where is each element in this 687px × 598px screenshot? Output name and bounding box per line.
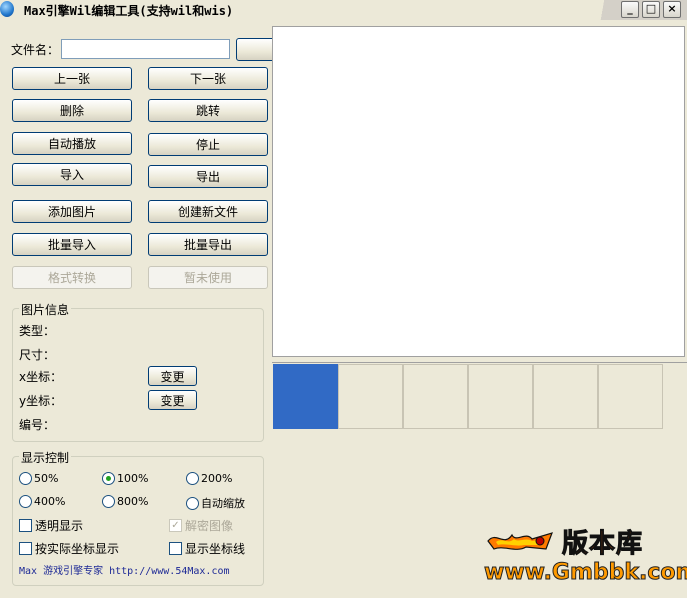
create-file-button[interactable]: 创建新文件 <box>148 200 268 223</box>
transparent-checkbox[interactable]: 透明显示 <box>19 517 83 534</box>
zoom-800-radio[interactable]: 800% <box>102 495 148 508</box>
coord-lines-checkbox[interactable]: 显示坐标线 <box>169 540 245 557</box>
radio-indicator <box>102 495 115 508</box>
add-image-button[interactable]: 添加图片 <box>12 200 132 223</box>
thumbnail[interactable] <box>468 364 533 429</box>
decrypt-label: 解密图像 <box>185 519 234 533</box>
delete-button[interactable]: 删除 <box>12 99 132 122</box>
export-button[interactable]: 导出 <box>148 165 268 188</box>
import-button[interactable]: 导入 <box>12 163 132 186</box>
autoplay-button[interactable]: 自动播放 <box>12 132 132 155</box>
radio-indicator <box>19 495 32 508</box>
app-icon[interactable] <box>0 1 14 17</box>
checkbox-box <box>19 519 32 532</box>
close-button[interactable]: × <box>663 1 681 18</box>
next-button[interactable]: 下一张 <box>148 67 268 90</box>
maximize-button[interactable]: □ <box>642 1 660 18</box>
file-name-input[interactable] <box>61 39 230 59</box>
zoom-800-label: 800% <box>117 495 149 508</box>
image-info-group: 图片信息 类型： 尺寸： x坐标： 变更 y坐标： 变更 编号： <box>12 301 264 442</box>
thumbnail[interactable] <box>598 364 663 429</box>
radio-indicator <box>186 472 199 485</box>
image-preview-canvas[interactable] <box>272 26 685 357</box>
title-bar: Max引擎Wil编辑工具(支持wil和wis) _ □ × <box>0 0 687 20</box>
radio-indicator <box>19 472 32 485</box>
minimize-button[interactable]: _ <box>621 1 639 18</box>
zoom-100-label: 100% <box>117 472 149 485</box>
actual-coords-checkbox[interactable]: 按实际坐标显示 <box>19 540 119 557</box>
window-title: Max引擎Wil编辑工具(支持wil和wis) <box>24 4 234 18</box>
control-panel: 文件名： ... 上一张 下一张 删除 跳转 自动播放 停止 导入 导出 添加图… <box>0 20 356 598</box>
thumbnail[interactable] <box>338 364 403 429</box>
checkbox-box <box>169 542 182 555</box>
change-x-button[interactable]: 变更 <box>148 366 197 386</box>
file-name-label: 文件名： <box>11 43 60 57</box>
radio-indicator <box>186 496 199 510</box>
transparent-label: 透明显示 <box>35 519 84 533</box>
watermark-logo: 版本库 <box>486 523 674 560</box>
zoom-200-radio[interactable]: 200% <box>186 472 232 485</box>
thumbnail[interactable] <box>403 364 468 429</box>
type-label: 类型： <box>19 324 56 338</box>
change-y-button[interactable]: 变更 <box>148 390 197 410</box>
batch-export-button[interactable]: 批量导出 <box>148 233 268 256</box>
zoom-200-label: 200% <box>201 472 233 485</box>
format-convert-button: 格式转换 <box>12 266 132 289</box>
zoom-50-label: 50% <box>34 472 59 485</box>
coord-lines-label: 显示坐标线 <box>185 542 246 556</box>
zoom-auto-radio[interactable]: 自动缩放 <box>186 495 245 511</box>
zoom-50-radio[interactable]: 50% <box>19 472 58 485</box>
thumbnail[interactable] <box>533 364 598 429</box>
flame-logo-icon <box>487 532 553 550</box>
display-control-title: 显示控制 <box>19 449 72 466</box>
not-used-button: 暂未使用 <box>148 266 268 289</box>
zoom-400-label: 400% <box>34 495 66 508</box>
jump-button[interactable]: 跳转 <box>148 99 268 122</box>
id-label: 编号： <box>19 418 56 432</box>
logo-cn-text: 版本库 <box>561 529 644 560</box>
zoom-100-radio[interactable]: 100% <box>102 472 148 485</box>
image-info-title: 图片信息 <box>19 301 72 318</box>
watermark-url: www.Gmbbk.com <box>483 560 687 586</box>
radio-indicator-selected <box>102 472 115 485</box>
zoom-auto-label: 自动缩放 <box>201 497 245 510</box>
actual-coords-label: 按实际坐标显示 <box>35 542 120 556</box>
checkmark-icon: ✓ <box>169 519 182 532</box>
zoom-400-radio[interactable]: 400% <box>19 495 65 508</box>
stop-button[interactable]: 停止 <box>148 133 268 156</box>
prev-button[interactable]: 上一张 <box>12 67 132 90</box>
checkbox-box <box>19 542 32 555</box>
y-coord-label: y坐标： <box>19 394 63 408</box>
batch-import-button[interactable]: 批量导入 <box>12 233 132 256</box>
thumbnail-selected[interactable] <box>273 364 338 429</box>
footer-credit: Max 游戏引擎专家 http://www.54Max.com <box>19 566 230 577</box>
decrypt-checkbox: ✓ 解密图像 <box>169 517 233 534</box>
size-label: 尺寸： <box>19 348 56 362</box>
x-coord-label: x坐标： <box>19 370 63 384</box>
